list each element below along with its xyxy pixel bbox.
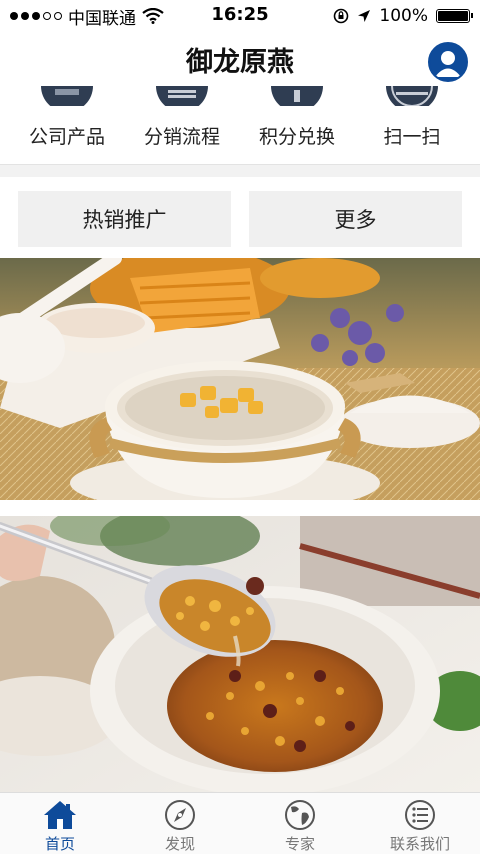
tab-experts[interactable]: 专家 <box>240 793 360 854</box>
location-icon <box>358 10 371 22</box>
tab-contact-us[interactable]: 联系我们 <box>360 793 480 854</box>
quick-item-label: 积分兑换 <box>258 126 335 148</box>
points-icon <box>271 86 323 106</box>
globe-icon <box>285 800 315 830</box>
tab-label: 发现 <box>164 835 195 853</box>
tab-bar: 首页 发现 专家 联系我们 <box>0 792 480 854</box>
user-avatar-button[interactable] <box>428 42 468 82</box>
quick-item-distribution-flow[interactable]: 分销流程 <box>122 86 242 164</box>
battery-icon <box>436 9 473 23</box>
flow-icon <box>156 86 208 106</box>
home-icon <box>44 801 76 829</box>
quick-item-label: 扫一扫 <box>383 126 441 148</box>
banner-illustration <box>0 516 480 792</box>
list-icon <box>405 800 435 830</box>
quick-item-points-exchange[interactable]: 积分兑换 <box>237 86 357 164</box>
more-button[interactable]: 更多 <box>249 191 462 247</box>
battery-percent: 100% <box>379 6 428 26</box>
scan-icon <box>386 86 438 106</box>
user-icon <box>430 44 466 80</box>
status-bar: 中国联通 16:25 100% <box>0 0 480 32</box>
nav-bar: 御龙原燕 <box>0 32 480 92</box>
action-buttons: 热销推广 更多 <box>0 177 480 257</box>
status-right: 100% <box>333 0 473 32</box>
quick-item-label: 分销流程 <box>143 126 220 148</box>
banner-image-mango-bird-nest[interactable] <box>0 258 480 500</box>
section-divider <box>0 165 480 177</box>
banner-illustration <box>0 258 480 500</box>
tab-label: 专家 <box>284 835 315 853</box>
rotation-lock-icon <box>334 8 349 24</box>
hot-sale-button[interactable]: 热销推广 <box>18 191 231 247</box>
tab-label: 首页 <box>44 835 75 853</box>
product-icon <box>41 86 93 106</box>
quick-item-label: 公司产品 <box>28 126 105 148</box>
tab-discover[interactable]: 发现 <box>120 793 240 854</box>
tab-label: 联系我们 <box>389 835 450 853</box>
compass-icon <box>165 800 195 830</box>
quick-menu: 公司产品 分销流程 积分兑换 扫一扫 <box>0 86 480 165</box>
page-title: 御龙原燕 <box>186 47 294 78</box>
banner-image-spoon-bird-nest[interactable] <box>0 516 480 792</box>
quick-item-products[interactable]: 公司产品 <box>7 86 127 164</box>
tab-home[interactable]: 首页 <box>0 793 120 854</box>
quick-item-scan[interactable]: 扫一扫 <box>352 86 472 164</box>
